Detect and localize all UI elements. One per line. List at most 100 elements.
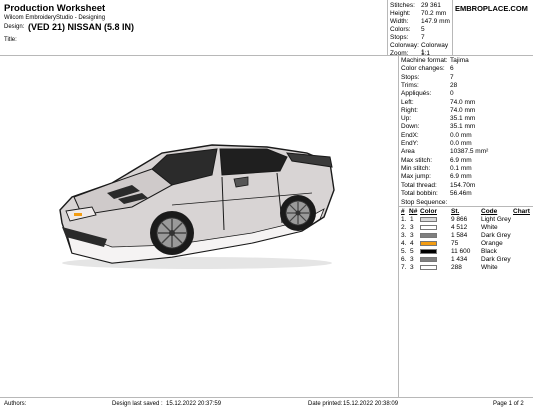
row-stitches: 75 — [451, 240, 459, 247]
up-label: Up: — [401, 115, 412, 123]
brand-name: EMBROPLACE.COM — [455, 4, 528, 13]
color-swatch — [420, 241, 437, 246]
row-needle: 3 — [410, 256, 414, 263]
zoom-label: Zoom: — [390, 50, 409, 57]
width-label: Width: — [390, 18, 409, 25]
stops-value: 7 — [450, 73, 454, 81]
color-swatch — [420, 217, 437, 222]
row-code: White — [481, 224, 498, 231]
total-thread-value: 154.70m — [450, 181, 476, 189]
stitches-value: 29 361 — [421, 2, 441, 9]
row-stitches: 4 512 — [451, 224, 468, 231]
color-changes-value: 6 — [450, 65, 454, 73]
row-stitches: 9 866 — [451, 216, 468, 223]
row-code: Dark Grey — [481, 232, 511, 239]
endx-label: EndX: — [401, 131, 419, 139]
divider — [399, 206, 533, 207]
row-code: Orange — [481, 240, 503, 247]
appliques-value: 0 — [450, 90, 454, 98]
row-needle: 1 — [410, 216, 414, 223]
area-label: Area — [401, 148, 415, 156]
min-stitch-value: 0.1 mm — [450, 164, 472, 172]
min-stitch-label: Min stitch: — [401, 164, 431, 172]
down-label: Down: — [401, 123, 420, 131]
stops-label: Stops: — [401, 73, 420, 81]
divider — [387, 0, 388, 56]
color-swatch — [420, 249, 437, 254]
divider — [0, 55, 533, 56]
endy-label: EndY: — [401, 140, 419, 147]
color-swatch — [420, 225, 437, 230]
row-stitches: 1 584 — [451, 232, 468, 239]
endx-value: 0.0 mm — [450, 131, 472, 139]
row-num: 3. — [401, 232, 407, 239]
down-value: 35.1 mm — [450, 123, 476, 131]
row-stitches: 11 600 — [451, 248, 471, 255]
row-code: Light Grey — [481, 216, 511, 223]
trims-label: Trims: — [401, 81, 419, 89]
date-printed-value: 15.12.2022 20:38:09 — [343, 401, 399, 407]
worksheet-title: Production Worksheet — [4, 3, 106, 14]
stop-sequence-table: # N# Color St. Code Chart 1. 1 9 866 Lig… — [401, 208, 532, 278]
max-stitch-label: Max stitch: — [401, 156, 433, 164]
color-changes-label: Color changes: — [401, 65, 445, 73]
row-code: Black — [481, 248, 497, 255]
row-num: 2. — [401, 224, 407, 231]
colors-value: 5 — [421, 26, 425, 33]
total-thread-label: Total thread: — [401, 181, 437, 189]
max-stitch-value: 6.9 mm — [450, 156, 472, 164]
endy-value: 0.0 mm — [450, 140, 472, 147]
design-preview-car — [59, 144, 335, 269]
area-value: 10387.5 mm² — [450, 148, 489, 156]
max-jump-value: 6.9 mm — [450, 173, 472, 181]
machine-format-label: Machine format: — [401, 57, 448, 64]
machine-format-value: Tajima — [450, 57, 469, 64]
stop-sequence-title: Stop Sequence: — [401, 199, 448, 206]
machine-info-block: Machine format: Tajima Color changes: 6 … — [401, 57, 531, 201]
max-jump-label: Max jump: — [401, 173, 431, 181]
color-swatch — [420, 265, 437, 270]
height-label: Height: — [390, 10, 411, 17]
stops-label: Stops: — [390, 34, 409, 41]
row-stitches: 288 — [451, 264, 462, 271]
col-header-num: # — [401, 208, 405, 215]
col-header-chart: Chart — [513, 208, 530, 215]
col-header-st: St. — [451, 208, 460, 215]
row-needle: 4 — [410, 240, 414, 247]
color-swatch — [420, 257, 437, 262]
divider — [452, 0, 453, 56]
left-label: Left: — [401, 98, 414, 106]
last-saved-value: 15.12.2022 20:37:59 — [166, 401, 222, 407]
col-header-color: Color — [420, 208, 437, 215]
width-value: 147.9 mm — [421, 18, 450, 25]
row-needle: 3 — [410, 264, 414, 271]
row-num: 6. — [401, 256, 407, 263]
page-number: Page 1 of 2 — [493, 401, 524, 407]
appliques-label: Appliqués: — [401, 90, 432, 98]
right-label: Right: — [401, 106, 418, 114]
row-code: White — [481, 264, 498, 271]
row-needle: 3 — [410, 224, 414, 231]
zoom-value: 1:1 — [421, 50, 431, 57]
row-needle: 3 — [410, 232, 414, 239]
design-label: Design: — [4, 24, 25, 30]
rear-hub-shape — [295, 210, 301, 216]
colors-label: Colors: — [390, 26, 411, 33]
software-name: Wilcom EmbroideryStudio - Designing — [4, 15, 106, 21]
row-needle: 5 — [410, 248, 414, 255]
colorway-label: Colorway: — [390, 42, 419, 49]
side-window-shape — [219, 148, 288, 176]
divider — [398, 55, 399, 398]
front-hub-shape — [169, 230, 175, 236]
total-bobbin-label: Total bobbin: — [401, 189, 438, 197]
color-swatch — [420, 233, 437, 238]
row-num: 7. — [401, 264, 407, 271]
row-num: 1. — [401, 216, 407, 223]
stitches-label: Stitches: — [390, 2, 415, 9]
title-label: Title: — [4, 37, 17, 43]
date-printed-label: Date printed: — [308, 401, 343, 407]
row-code: Dark Grey — [481, 256, 511, 263]
col-header-code: Code — [481, 208, 498, 215]
turn-signal-shape — [74, 213, 82, 216]
col-header-n: N# — [409, 208, 418, 215]
